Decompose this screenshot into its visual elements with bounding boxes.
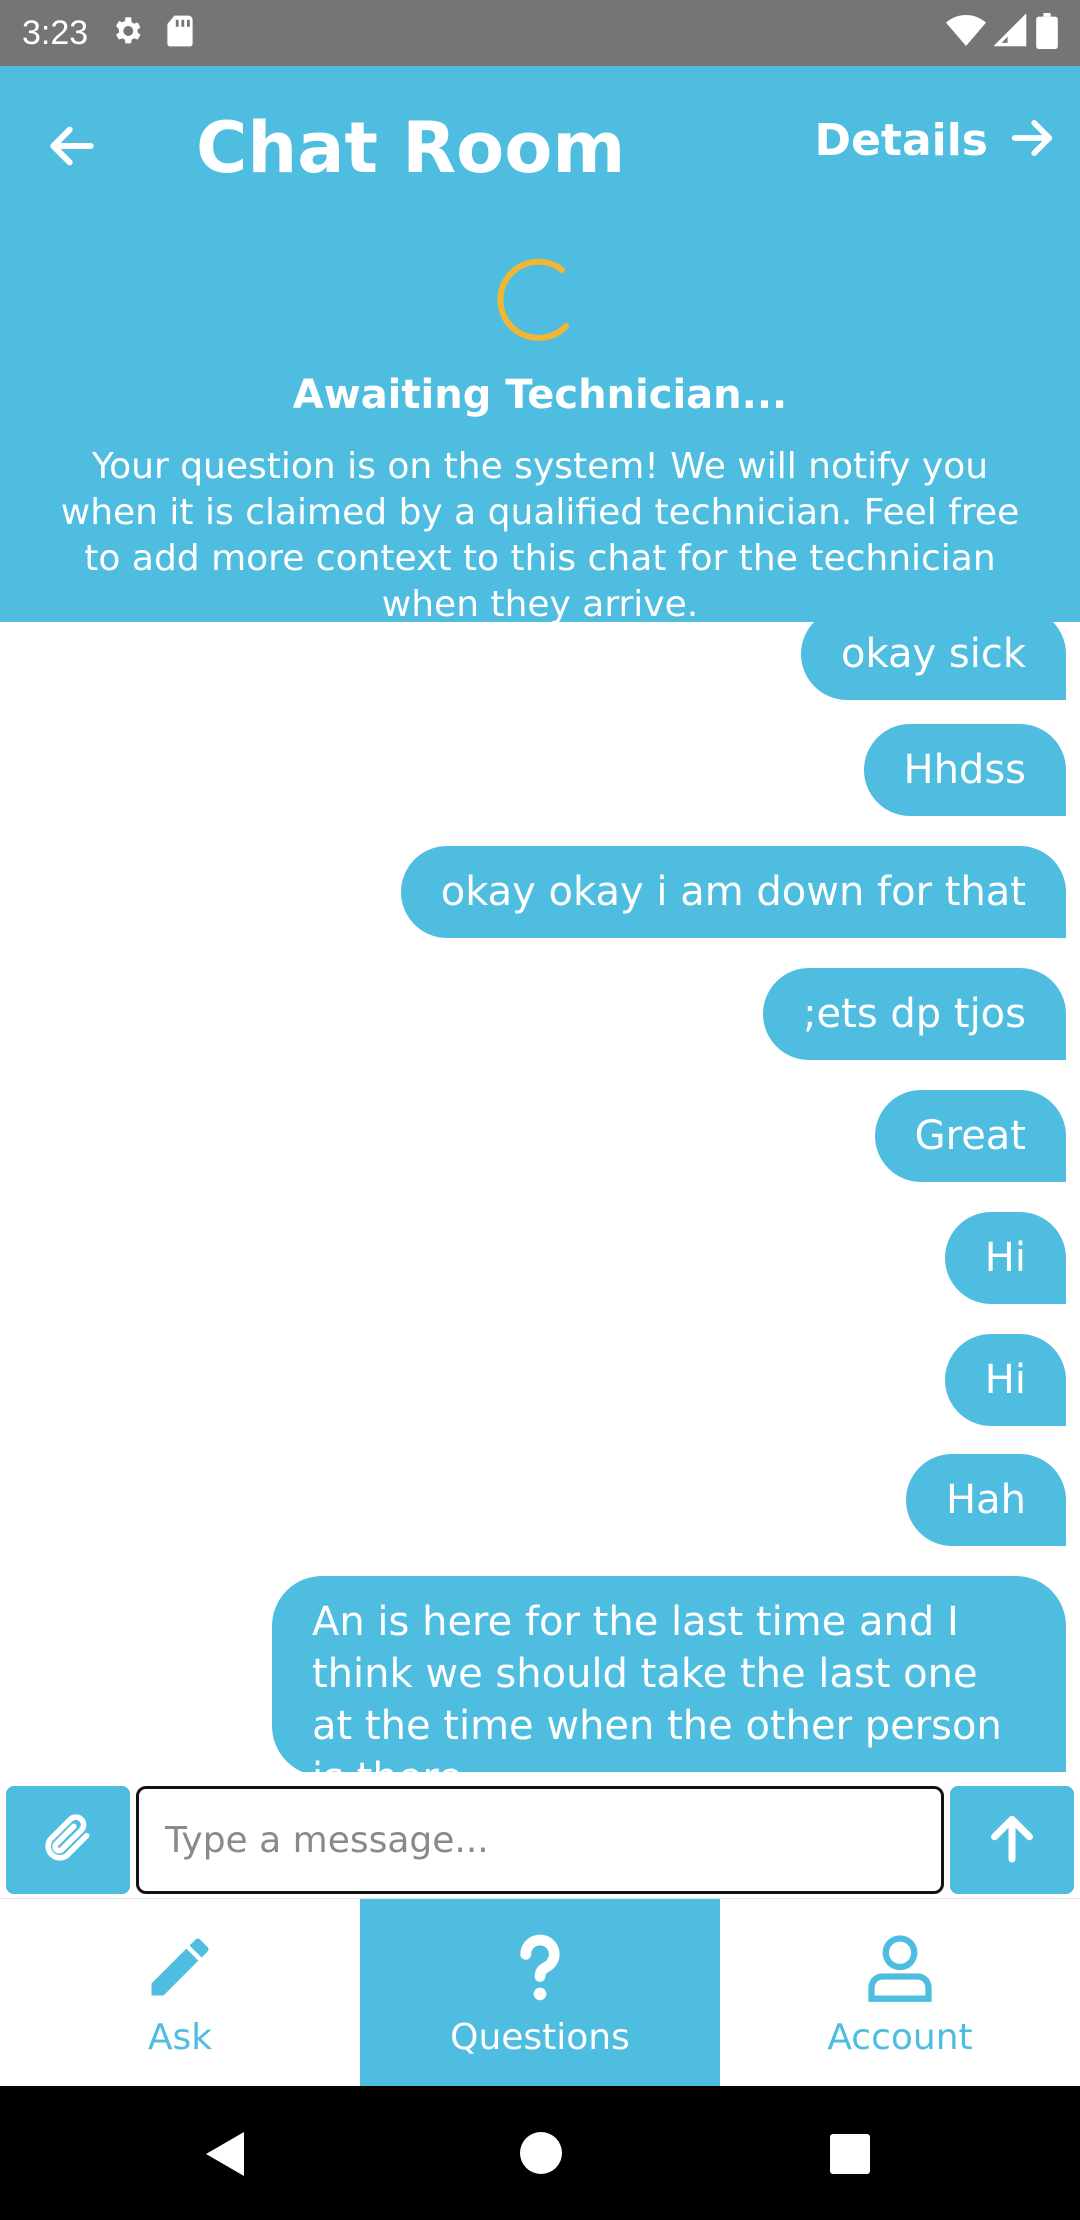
composer	[0, 1782, 1080, 1898]
message-bubble: ;ets dp tjos	[763, 968, 1066, 1060]
send-button[interactable]	[950, 1786, 1074, 1894]
question-mark-icon	[502, 1929, 578, 2009]
awaiting-title: Awaiting Technician...	[292, 372, 788, 418]
message-bubble: okay sick	[801, 622, 1066, 700]
message-bubble: Great	[874, 1090, 1066, 1182]
wifi-icon	[946, 14, 986, 52]
battery-icon	[1036, 13, 1058, 53]
nav-back-icon[interactable]	[204, 2130, 248, 2182]
tab-label: Questions	[450, 2016, 630, 2058]
attach-button[interactable]	[6, 1786, 130, 1894]
status-bar: 3:23	[0, 0, 1080, 66]
status-left: 3:23	[22, 14, 194, 53]
bottom-tab-bar: Ask Questions Account	[0, 1898, 1080, 2087]
sd-card-icon	[166, 14, 194, 52]
message-bubble: An is here for the last time and I think…	[272, 1576, 1066, 1772]
tab-label: Account	[827, 2016, 973, 2058]
system-nav-bar	[0, 2086, 1080, 2220]
details-button[interactable]: Details	[815, 112, 1058, 168]
arrow-up-icon	[984, 1810, 1040, 1870]
awaiting-description: Your question is on the system! We will …	[60, 446, 1020, 625]
tab-ask[interactable]: Ask	[0, 1899, 360, 2087]
pencil-icon	[142, 1929, 218, 2009]
chat-header: Chat Room Details Awaiting Technician...…	[0, 66, 1080, 625]
message-bubble: okay okay i am down for that	[400, 846, 1066, 938]
signal-icon	[993, 13, 1028, 52]
gear-icon	[110, 14, 144, 52]
tab-questions[interactable]: Questions	[360, 1899, 720, 2087]
message-input[interactable]	[136, 1786, 944, 1894]
arrow-right-icon	[1006, 112, 1058, 168]
message-bubble: Hi	[944, 1212, 1066, 1304]
loading-spinner-icon	[494, 254, 584, 344]
message-bubble: Hah	[906, 1454, 1066, 1546]
nav-recent-icon[interactable]	[830, 2134, 870, 2178]
paperclip-icon	[40, 1810, 96, 1870]
page-title: Chat Room	[196, 107, 626, 189]
message-bubble: Hhdss	[863, 724, 1066, 816]
person-icon	[862, 1929, 938, 2009]
status-right	[946, 13, 1058, 53]
details-label: Details	[814, 114, 988, 166]
status-time: 3:23	[22, 13, 89, 52]
message-list[interactable]: okay sick Hhdss okay okay i am down for …	[0, 622, 1080, 1772]
back-arrow-icon[interactable]	[44, 118, 100, 174]
tab-account[interactable]: Account	[720, 1899, 1080, 2087]
message-bubble: Hi	[944, 1334, 1066, 1426]
nav-home-icon[interactable]	[520, 2132, 562, 2178]
tab-label: Ask	[147, 2016, 213, 2058]
